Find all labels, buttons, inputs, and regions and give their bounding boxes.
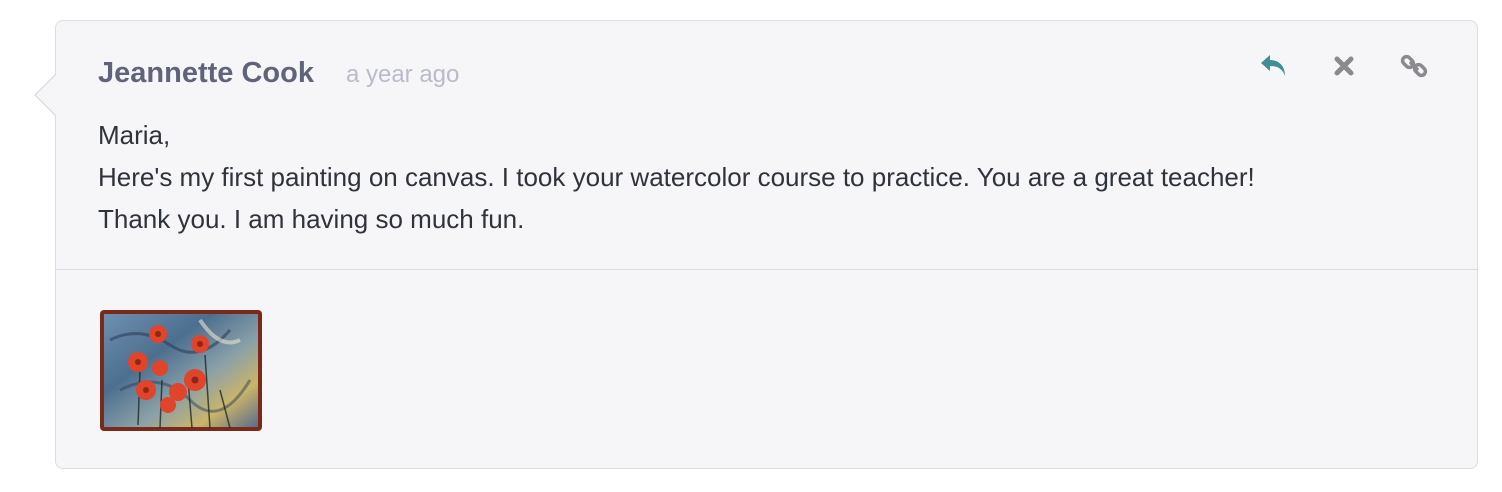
divider	[56, 269, 1477, 270]
permalink-button[interactable]	[1399, 51, 1429, 81]
painting-thumbnail-image	[100, 310, 262, 431]
comment-line: Thank you. I am having so much fun.	[98, 204, 525, 234]
attachment-thumbnail[interactable]	[100, 310, 262, 431]
comment-pointer	[34, 73, 57, 117]
comment-timestamp: a year ago	[345, 61, 460, 88]
delete-button[interactable]	[1329, 51, 1359, 81]
comment-line: Here's my first painting on canvas. I to…	[98, 162, 1255, 192]
comment-body: Maria, Here's my first painting on canva…	[98, 114, 1438, 240]
close-icon	[1334, 56, 1354, 76]
comment-author[interactable]: Jeannette Cook	[98, 57, 314, 90]
comment-card: Jeannette Cook a year ago Maria, Here's …	[34, 20, 1478, 469]
reply-icon	[1261, 55, 1285, 76]
comment-actions	[1259, 51, 1429, 81]
reply-button[interactable]	[1259, 51, 1289, 81]
link-icon	[1400, 54, 1428, 78]
comment-line: Maria,	[98, 120, 171, 150]
comment-header: Jeannette Cook a year ago	[98, 57, 459, 90]
